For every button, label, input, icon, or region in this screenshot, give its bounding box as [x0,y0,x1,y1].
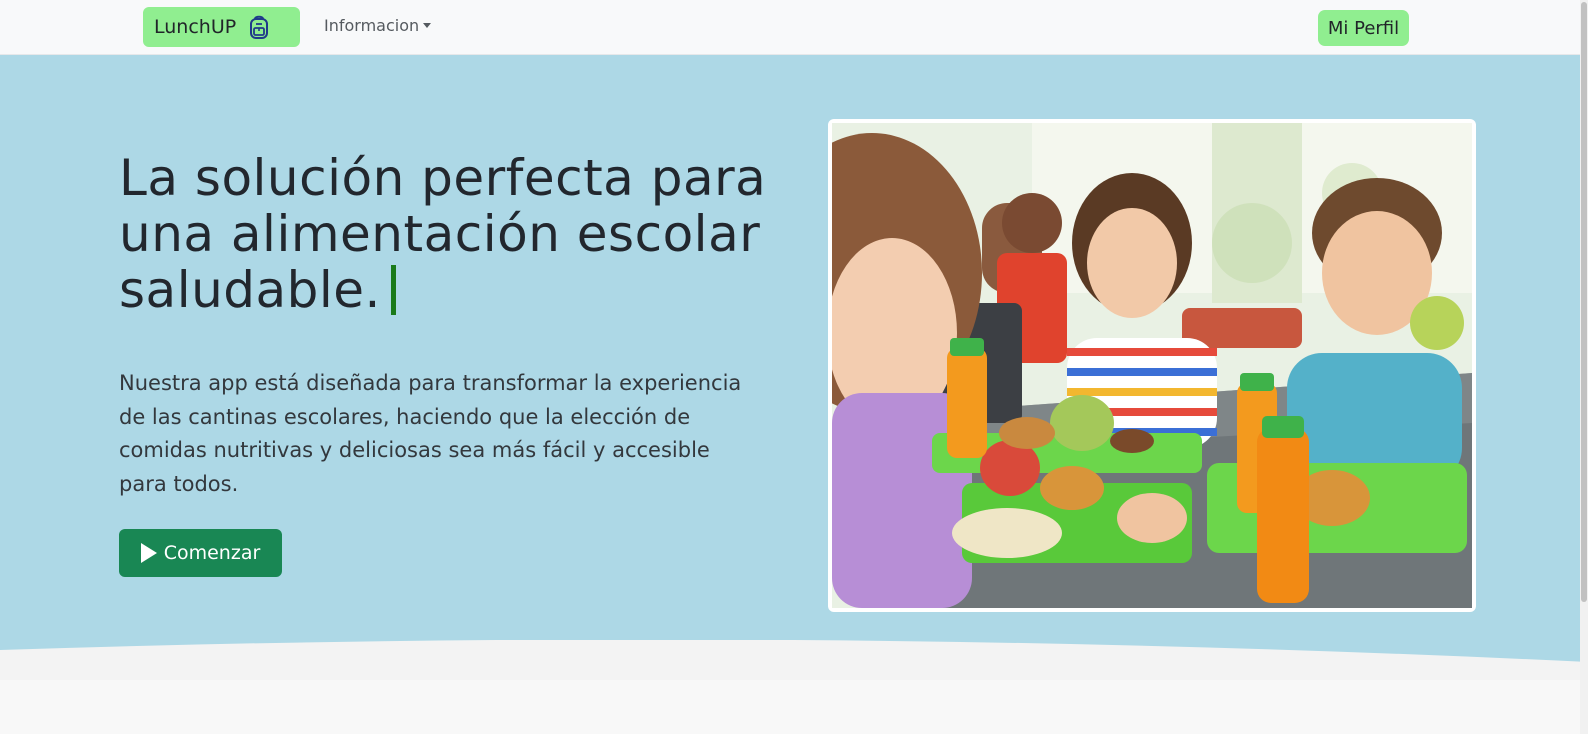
profile-button[interactable]: Mi Perfil [1318,10,1409,46]
info-dropdown[interactable]: Informacion [324,16,432,35]
info-dropdown-label: Informacion [324,16,420,35]
hero-title: La solución perfecta para una alimentaci… [119,150,799,318]
play-icon [140,543,157,563]
start-button-label: Comenzar [163,542,261,564]
wave-divider [0,640,1588,734]
hero-description: Nuestra app está diseñada para transform… [119,371,742,496]
scrollbar[interactable] [1580,0,1588,734]
hero-section: La solución perfecta para una alimentaci… [0,55,1588,734]
hero-title-text: La solución perfecta para una alimentaci… [119,149,767,319]
typing-cursor [390,265,396,315]
start-button[interactable]: Comenzar [119,529,282,577]
navbar: LunchUP Informacion Mi Perfil [0,0,1588,55]
brand-name: LunchUP [154,16,237,38]
backpack-icon [250,15,269,39]
scrollbar-thumb[interactable] [1581,2,1587,602]
hero-image-frame [828,119,1476,612]
brand-link[interactable]: LunchUP [143,7,300,47]
hero-image [832,123,1472,608]
chevron-down-icon [423,23,432,28]
